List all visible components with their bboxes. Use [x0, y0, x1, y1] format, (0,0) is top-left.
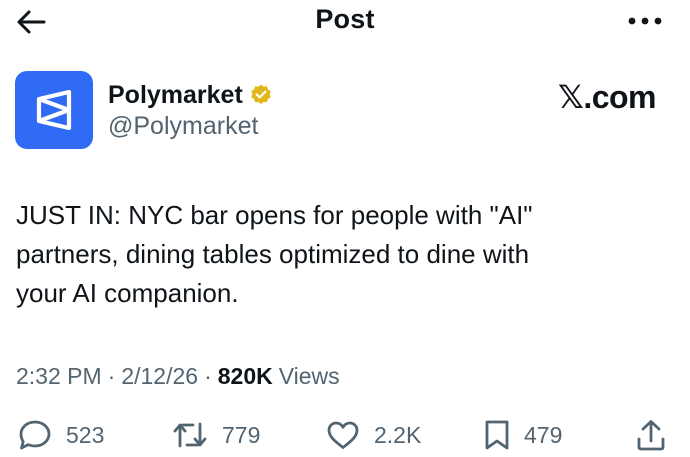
like-icon	[327, 421, 359, 449]
reply-button[interactable]: 523	[18, 418, 104, 452]
post-meta: 2:32 PM · 2/12/26 · 820K Views	[16, 360, 340, 392]
share-button[interactable]	[636, 418, 666, 452]
verified-badge-icon	[250, 84, 271, 104]
bookmark-icon	[485, 420, 509, 450]
repost-count: 779	[222, 421, 261, 448]
author-name[interactable]: Polymarket	[108, 81, 243, 110]
action-bar: 523 779 2.2K 479	[0, 414, 690, 454]
meta-separator: ·	[204, 362, 212, 389]
repost-button[interactable]: 779	[172, 418, 260, 452]
views-label: Views	[278, 362, 340, 389]
meta-separator: ·	[107, 362, 116, 389]
bookmark-count: 479	[524, 421, 563, 448]
page-title: Post	[315, 4, 375, 34]
more-horizontal-icon	[628, 17, 662, 25]
reply-icon	[19, 420, 51, 450]
post-date[interactable]: 2/12/26	[121, 363, 198, 390]
views-count: 820K	[217, 362, 273, 389]
post-time[interactable]: 2:32 PM	[16, 363, 102, 390]
like-button[interactable]: 2.2K	[326, 418, 421, 452]
share-icon	[637, 420, 665, 451]
author-name-row: Polymarket	[108, 80, 273, 110]
author-handle[interactable]: @Polymarket	[108, 112, 258, 141]
like-count: 2.2K	[374, 421, 422, 448]
reply-count: 523	[66, 421, 105, 448]
post-header: Post	[0, 0, 690, 44]
polymarket-logo-icon	[36, 89, 72, 131]
more-options-button[interactable]	[626, 14, 662, 28]
repost-icon	[173, 422, 207, 448]
avatar[interactable]	[15, 71, 93, 149]
source-logo: 𝕏.com	[558, 79, 656, 115]
bookmark-button[interactable]: 479	[484, 418, 562, 452]
post-text: JUST IN: NYC bar opens for people with "…	[16, 200, 533, 308]
